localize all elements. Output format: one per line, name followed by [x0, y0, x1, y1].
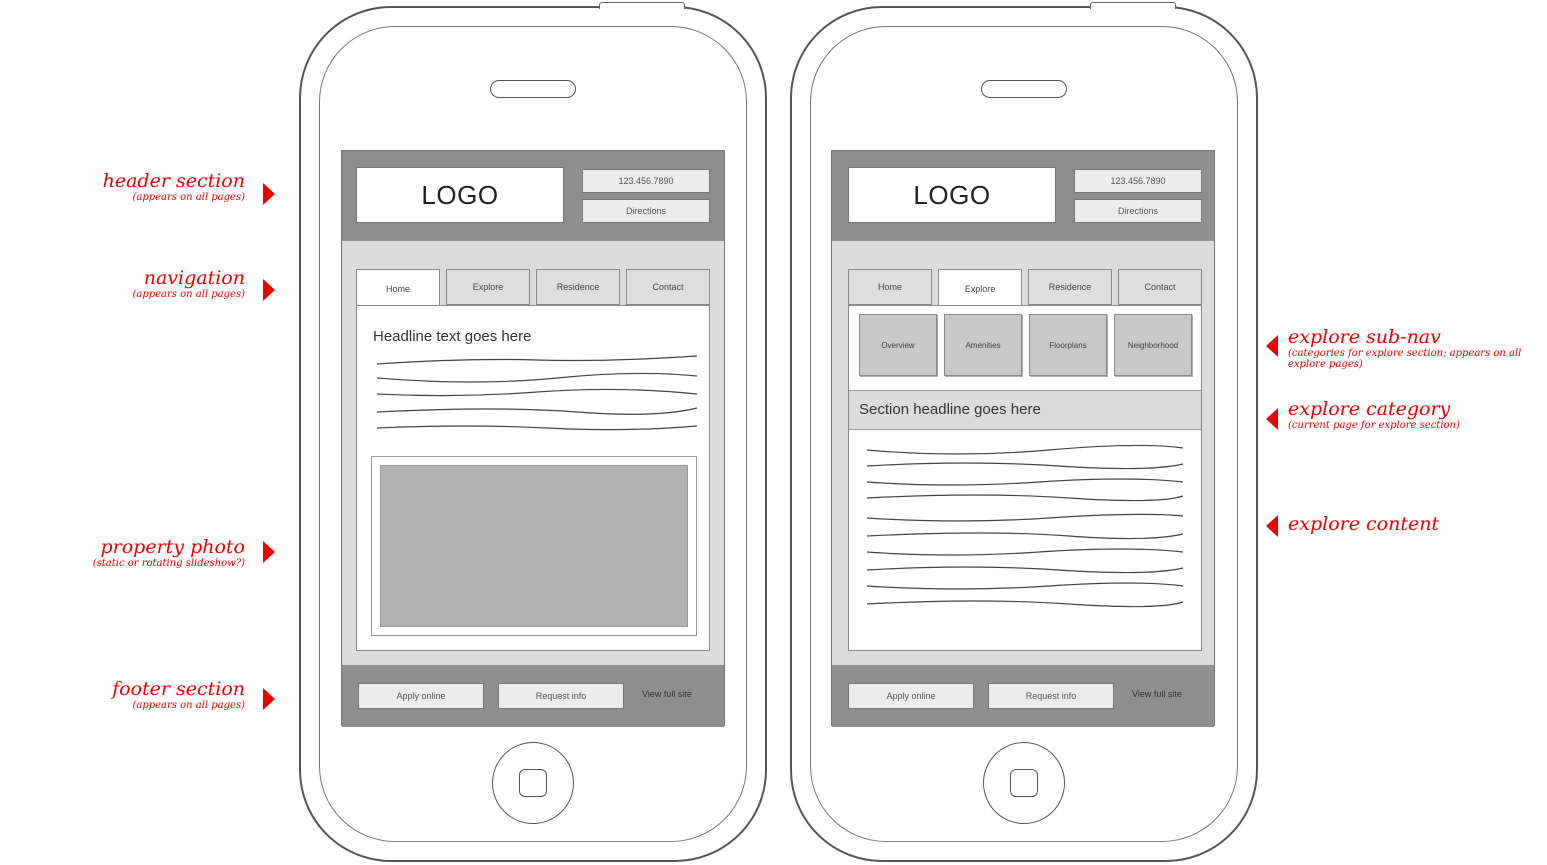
annotation-title: explore content	[1288, 513, 1440, 535]
power-button	[1090, 2, 1176, 9]
annotation-sub: (static or rotating slideshow?)	[92, 558, 245, 569]
request-info-button[interactable]: Request info	[988, 683, 1114, 709]
home-square-icon	[519, 769, 547, 797]
home-panel: Headline text goes here	[356, 305, 710, 651]
annotation-footer-section: footer section (appears on all pages)	[112, 678, 245, 711]
speaker-grille	[981, 80, 1067, 98]
arrow-left-icon	[1266, 408, 1278, 430]
arrow-right-icon	[263, 279, 275, 301]
tab-residence[interactable]: Residence	[1028, 269, 1112, 305]
section-headline: Section headline goes here	[849, 390, 1201, 430]
arrow-left-icon	[1266, 515, 1278, 537]
annotation-header-section: header section (appears on all pages)	[103, 170, 245, 203]
home-button	[983, 742, 1065, 824]
speaker-grille	[490, 80, 576, 98]
property-photo-frame	[371, 456, 697, 636]
tab-residence[interactable]: Residence	[536, 269, 620, 305]
logo[interactable]: LOGO	[356, 167, 564, 223]
arrow-left-icon	[1266, 335, 1278, 357]
subnav-neighborhood[interactable]: Neighborhood	[1114, 314, 1192, 376]
arrow-right-icon	[263, 688, 275, 710]
annotation-title: property photo	[100, 536, 246, 558]
placeholder-text-lines	[376, 355, 698, 431]
arrow-right-icon	[263, 541, 275, 563]
view-full-site-link[interactable]: View full site	[642, 689, 692, 699]
subnav-amenities[interactable]: Amenities	[944, 314, 1022, 376]
annotation-explore-category: explore category (current page for explo…	[1288, 398, 1460, 431]
screen-explore: LOGO 123.456.7890 Directions Home Explor…	[831, 150, 1215, 727]
directions-button[interactable]: Directions	[582, 199, 710, 223]
logo[interactable]: LOGO	[848, 167, 1056, 223]
annotation-explore-content: explore content	[1288, 513, 1439, 535]
subnav-floorplans[interactable]: Floorplans	[1029, 314, 1107, 376]
tab-explore[interactable]: Explore	[938, 269, 1022, 307]
annotation-title: navigation	[143, 267, 245, 289]
content-area: Home Explore Residence Contact Headline …	[342, 241, 724, 665]
tab-home[interactable]: Home	[356, 269, 440, 307]
phone-number-button[interactable]: 123.456.7890	[1074, 169, 1202, 193]
explore-panel: Overview Amenities Floorplans Neighborho…	[848, 305, 1202, 651]
footer: Apply online Request info View full site	[832, 665, 1214, 727]
annotation-explore-subnav: explore sub-nav (categories for explore …	[1288, 326, 1540, 370]
content-area: Home Explore Residence Contact Overview …	[832, 241, 1214, 665]
tab-contact[interactable]: Contact	[626, 269, 710, 305]
power-button	[599, 2, 685, 9]
annotation-sub: (appears on all pages)	[132, 700, 245, 711]
subnav-overview[interactable]: Overview	[859, 314, 937, 376]
arrow-right-icon	[263, 183, 275, 205]
tab-explore[interactable]: Explore	[446, 269, 530, 305]
home-square-icon	[1010, 769, 1038, 797]
apply-online-button[interactable]: Apply online	[358, 683, 484, 709]
annotation-sub: (appears on all pages)	[132, 192, 245, 203]
property-photo[interactable]	[380, 465, 688, 627]
directions-button[interactable]: Directions	[1074, 199, 1202, 223]
apply-online-button[interactable]: Apply online	[848, 683, 974, 709]
annotation-title: explore category	[1288, 398, 1451, 420]
annotation-sub: (appears on all pages)	[132, 289, 245, 300]
tab-home[interactable]: Home	[848, 269, 932, 305]
placeholder-text-lines	[866, 444, 1184, 608]
annotation-property-photo: property photo (static or rotating slide…	[93, 536, 245, 569]
annotation-navigation: navigation (appears on all pages)	[132, 267, 245, 300]
home-button	[492, 742, 574, 824]
annotation-sub: (current page for explore section)	[1288, 420, 1460, 431]
request-info-button[interactable]: Request info	[498, 683, 624, 709]
footer: Apply online Request info View full site	[342, 665, 724, 727]
annotation-title: header section	[102, 170, 245, 192]
phone-number-button[interactable]: 123.456.7890	[582, 169, 710, 193]
annotation-title: footer section	[112, 678, 245, 700]
view-full-site-link[interactable]: View full site	[1132, 689, 1182, 699]
tab-contact[interactable]: Contact	[1118, 269, 1202, 305]
annotation-title: explore sub-nav	[1288, 326, 1441, 348]
annotation-sub: (categories for explore section; appears…	[1288, 348, 1522, 370]
screen-home: LOGO 123.456.7890 Directions Home Explor…	[341, 150, 725, 727]
